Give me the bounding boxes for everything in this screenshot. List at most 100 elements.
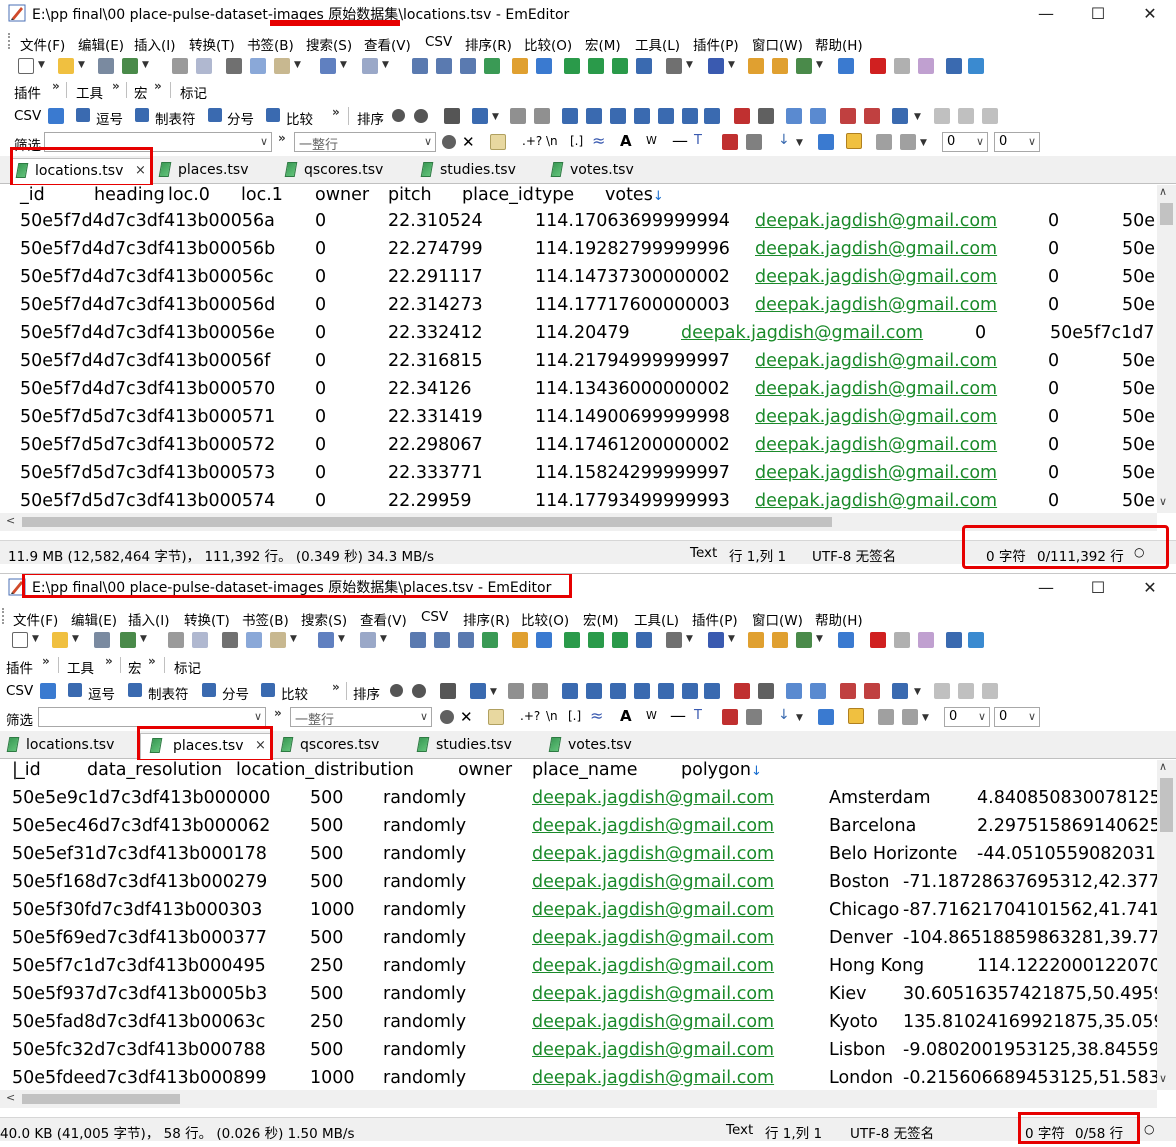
menu-search[interactable]: 搜索(S) <box>306 34 352 54</box>
chevron-right-icon[interactable]: » <box>42 654 50 668</box>
column-insert-icon[interactable] <box>840 108 856 124</box>
cell-owner-email[interactable]: deepak.jagdish@gmail.com <box>532 788 774 808</box>
sort-clear-icon[interactable] <box>412 684 426 698</box>
bookmark-filter-icon[interactable] <box>902 709 918 725</box>
open-folder-icon[interactable] <box>58 58 74 74</box>
menu-edit[interactable]: 编辑(E) <box>78 34 124 54</box>
find-next-icon[interactable] <box>436 58 452 74</box>
play-icon[interactable] <box>894 58 910 74</box>
tools-cross-icon[interactable] <box>440 683 456 699</box>
sort-num-desc-icon[interactable] <box>634 108 650 124</box>
filter-number-2[interactable]: 0 ∨ <box>994 707 1040 727</box>
new-dropdown-icon[interactable]: ▼ <box>38 60 45 70</box>
compare-icon[interactable] <box>261 683 275 697</box>
column-delete-icon[interactable] <box>864 683 880 699</box>
menu-file[interactable]: 文件(F) <box>13 609 58 629</box>
csv-grid-icon[interactable] <box>40 683 56 699</box>
open-dropdown-icon[interactable]: ▼ <box>78 60 85 70</box>
sync-icon[interactable] <box>612 632 628 648</box>
filter-doc-icon[interactable] <box>722 134 738 150</box>
new-dropdown-icon[interactable]: ▼ <box>32 634 39 644</box>
menu-tools[interactable]: 工具(L) <box>634 609 679 629</box>
arrow-dropdown-icon[interactable]: ▼ <box>796 138 803 148</box>
arrow-down-icon[interactable]: ↓ <box>778 132 790 148</box>
tools-icon[interactable] <box>968 58 984 74</box>
regex-icon[interactable]: .+? <box>520 709 540 723</box>
list-icon[interactable] <box>838 58 854 74</box>
macro-run-icon[interactable] <box>796 58 812 74</box>
clear-filter-icon[interactable]: ✕ <box>462 133 475 151</box>
play-icon[interactable] <box>894 632 910 648</box>
filter-page-icon[interactable] <box>746 134 762 150</box>
case-icon[interactable]: A <box>620 707 632 725</box>
plugins-label[interactable]: 插件 <box>6 657 33 677</box>
undo-icon[interactable] <box>318 632 334 648</box>
stop-icon[interactable] <box>870 58 886 74</box>
window-dropdown-icon[interactable]: ▼ <box>728 60 735 70</box>
columns-dropdown-icon[interactable]: ▼ <box>490 687 497 697</box>
paste-dropdown-icon[interactable]: ▼ <box>294 60 301 70</box>
escape-icon[interactable]: \n <box>546 134 558 148</box>
layout-list-icon[interactable] <box>892 683 908 699</box>
chevron-right-icon[interactable]: » <box>278 131 286 145</box>
tools-cross-icon[interactable] <box>444 108 460 124</box>
chevron-down-icon[interactable]: ∨ <box>424 135 432 148</box>
macro-label[interactable]: 宏 <box>128 657 142 677</box>
hscroll-thumb[interactable] <box>22 1094 180 1104</box>
scroll-left-icon[interactable]: < <box>6 514 15 527</box>
join-icon[interactable] <box>934 108 950 124</box>
column-delete-icon[interactable] <box>864 108 880 124</box>
text-area[interactable]: | _id data_resolution location_distribut… <box>0 760 1176 1090</box>
chevron-down-icon[interactable]: ∨ <box>420 710 428 723</box>
menu-plugins[interactable]: 插件(P) <box>692 609 738 629</box>
comma-mode[interactable]: 逗号 <box>96 108 123 128</box>
columns-dropdown-icon[interactable]: ▼ <box>492 112 499 122</box>
scroll-down-icon[interactable]: ∨ <box>1159 1072 1167 1085</box>
sort-settings-icon[interactable] <box>392 109 405 122</box>
filter-toggle-icon[interactable] <box>818 709 834 725</box>
options-icon[interactable] <box>918 632 934 648</box>
menu-compare[interactable]: 比较(O) <box>521 609 569 629</box>
filter-icon[interactable] <box>536 632 552 648</box>
menu-tools[interactable]: 工具(L) <box>635 34 680 54</box>
menu-edit[interactable]: 编辑(E) <box>71 609 117 629</box>
pen-icon[interactable] <box>878 709 894 725</box>
redo-icon[interactable] <box>362 58 378 74</box>
cell-owner-email[interactable]: deepak.jagdish@gmail.com <box>532 844 774 864</box>
chevron-right-icon[interactable]: » <box>112 79 120 93</box>
maximize-button[interactable]: ☐ <box>1072 574 1124 600</box>
chevron-down-icon[interactable]: ∨ <box>978 710 986 723</box>
cell-owner-email[interactable]: deepak.jagdish@gmail.com <box>532 900 774 920</box>
page-dropdown-icon[interactable]: ▼ <box>686 634 693 644</box>
bookmark-filter-icon[interactable] <box>900 134 916 150</box>
csv-view-icon[interactable] <box>564 58 580 74</box>
chevron-right-icon[interactable]: » <box>154 79 162 93</box>
cut-icon[interactable] <box>226 58 242 74</box>
semicolon-mode[interactable]: 分号 <box>227 108 254 128</box>
chevron-down-icon[interactable]: ∨ <box>260 135 268 148</box>
tools-icon[interactable] <box>968 632 984 648</box>
reload-dropdown-icon[interactable]: ▼ <box>142 60 149 70</box>
filter-match-select[interactable]: 一整行 ∨ <box>294 132 436 153</box>
window-icon[interactable] <box>708 632 724 648</box>
filter-toggle-icon[interactable] <box>818 134 834 150</box>
menu-compare[interactable]: 比较(O) <box>524 34 572 54</box>
cell-owner-email[interactable]: deepak.jagdish@gmail.com <box>755 239 997 259</box>
tab-mode[interactable]: 制表符 <box>148 683 189 703</box>
tab-studies[interactable]: studies.tsv <box>418 158 538 184</box>
csv-view-icon[interactable] <box>564 632 580 648</box>
tab-votes[interactable]: votes.tsv <box>548 158 658 184</box>
list-icon[interactable] <box>838 632 854 648</box>
columns-icon[interactable] <box>472 108 488 124</box>
macro-edit-icon[interactable] <box>748 632 764 648</box>
copy-icon[interactable] <box>246 632 262 648</box>
format-icon[interactable] <box>758 108 774 124</box>
cell-owner-email[interactable]: deepak.jagdish@gmail.com <box>532 984 774 1004</box>
undo-dropdown-icon[interactable]: ▼ <box>340 60 347 70</box>
reload-icon[interactable] <box>122 58 138 74</box>
sort-desc-icon[interactable] <box>586 683 602 699</box>
sort-len-desc-icon[interactable] <box>682 683 698 699</box>
filter-number-1[interactable]: 0 ∨ <box>942 132 988 152</box>
save-icon[interactable] <box>94 632 110 648</box>
tab-votes[interactable]: votes.tsv <box>546 733 656 759</box>
